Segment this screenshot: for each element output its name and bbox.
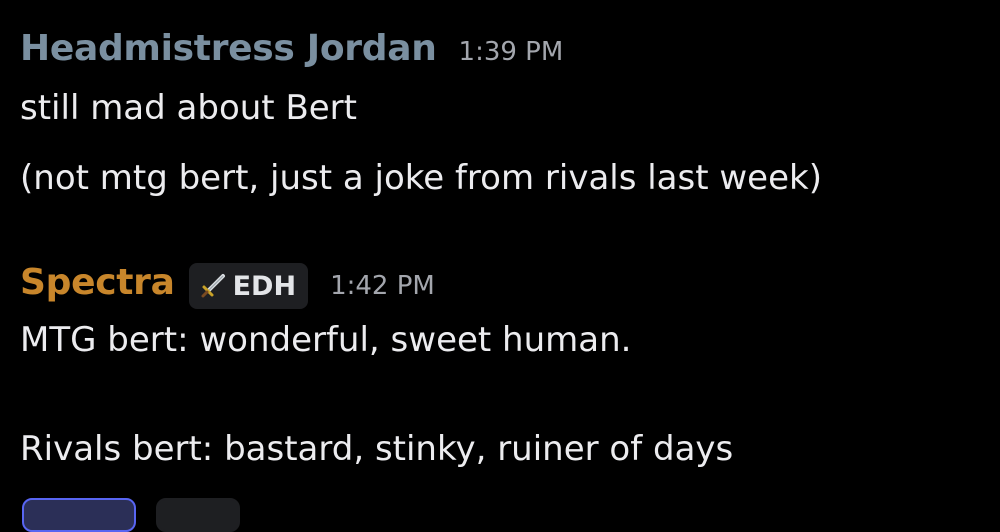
message-header: Spectra EDH 1:42 PM: [20, 262, 733, 310]
role-tag[interactable]: EDH: [188, 263, 309, 309]
message-group-jordan: Headmistress Jordan 1:39 PM still mad ab…: [20, 28, 822, 198]
reaction-button[interactable]: [156, 498, 240, 532]
reaction-button[interactable]: [22, 498, 136, 532]
reactions-row: [22, 498, 260, 532]
timestamp[interactable]: 1:39 PM: [459, 37, 564, 67]
sword-icon: [201, 274, 225, 298]
timestamp[interactable]: 1:42 PM: [330, 271, 435, 301]
message-text: MTG bert: wonderful, sweet human.: [20, 320, 632, 360]
tag-label: EDH: [232, 270, 297, 302]
message-group-spectra: Spectra EDH 1:42 PM MTG bert: wonderful,…: [20, 262, 733, 469]
message-text: still mad about Bert: [20, 88, 357, 128]
username[interactable]: Spectra: [20, 262, 175, 303]
message-text: (not mtg bert, just a joke from rivals l…: [20, 158, 822, 198]
username[interactable]: Headmistress Jordan: [20, 28, 437, 69]
message-header: Headmistress Jordan 1:39 PM: [20, 28, 822, 76]
message-text: Rivals bert: bastard, stinky, ruiner of …: [20, 429, 734, 469]
